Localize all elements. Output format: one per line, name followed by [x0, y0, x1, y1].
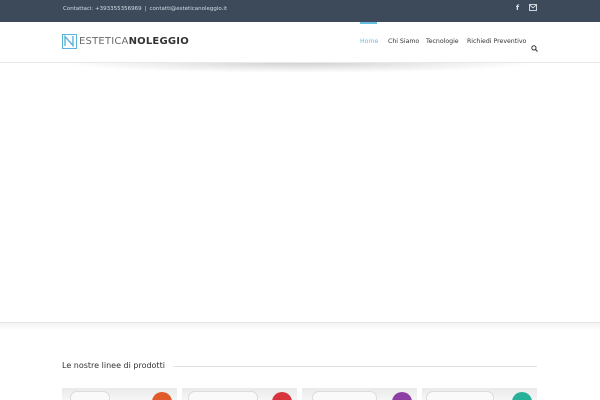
nav-item-richiedi-preventivo[interactable]: Richiedi Preventivo: [467, 38, 526, 45]
section-title-rule: [173, 366, 537, 367]
contact-phone: Contattaci: +393355356969: [63, 6, 142, 12]
main-navigation: Home Chi Siamo Tecnologie Richiedi Preve…: [0, 22, 600, 63]
product-card[interactable]: [422, 388, 537, 400]
product-image: [188, 391, 258, 400]
product-badge: [392, 392, 412, 400]
contact-separator: |: [144, 6, 147, 12]
product-badge: [152, 392, 172, 400]
product-lines-grid: [62, 388, 538, 400]
social-links: f: [516, 4, 537, 12]
nav-item-chi-siamo[interactable]: Chi Siamo: [388, 38, 419, 45]
product-image: [426, 391, 494, 400]
product-badge: [512, 392, 532, 400]
contact-email-link[interactable]: contatti@esteticanoleggio.it: [150, 6, 228, 12]
hero-slider-area: [0, 63, 600, 323]
product-card[interactable]: [302, 388, 417, 400]
mail-icon[interactable]: [529, 4, 537, 12]
search-icon[interactable]: [531, 39, 538, 57]
section-title: Le nostre linee di prodotti: [62, 361, 165, 370]
header-shadow: [60, 63, 540, 73]
nav-active-indicator: [360, 22, 377, 24]
contact-info: Contattaci: +393355356969 | contatti@estet…: [63, 6, 227, 12]
facebook-icon[interactable]: f: [516, 4, 519, 12]
product-badge: [272, 392, 292, 400]
top-bar: Contattaci: +393355356969 | contatti@estet…: [0, 0, 600, 22]
product-image: [70, 391, 110, 400]
product-card[interactable]: [62, 388, 177, 400]
nav-item-tecnologie[interactable]: Tecnologie: [426, 38, 459, 45]
product-image: [312, 391, 377, 400]
nav-item-home[interactable]: Home: [360, 38, 378, 45]
product-card[interactable]: [182, 388, 297, 400]
hero-bottom-divider: [0, 322, 600, 330]
